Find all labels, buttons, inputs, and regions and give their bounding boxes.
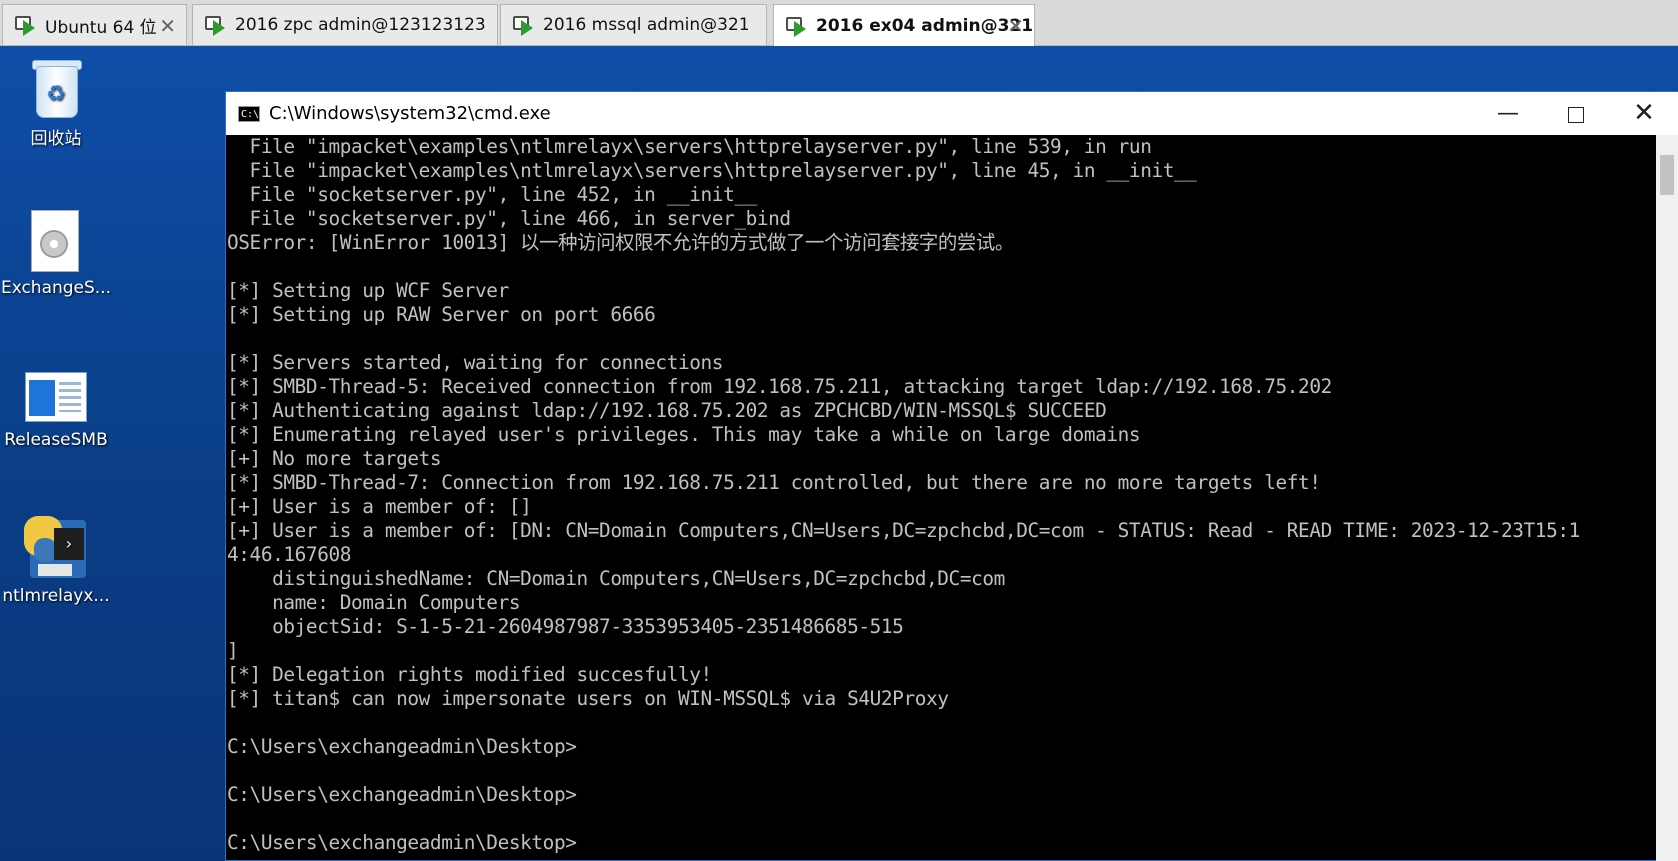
desktop-icon-label: ExchangeS... bbox=[0, 278, 112, 298]
tab-2016-ex04[interactable]: 2016 ex04 admin@321 ✕ bbox=[773, 4, 1035, 46]
minimize-button[interactable]: — bbox=[1474, 92, 1542, 135]
console-line: [*] Authenticating against ldap://192.16… bbox=[227, 399, 1107, 422]
desktop-icon-label: ReleaseSMB bbox=[4, 430, 108, 450]
tab-label: 2016 ex04 admin@321 bbox=[816, 15, 1034, 36]
console-line: File "socketserver.py", line 452, in __i… bbox=[227, 183, 758, 206]
desktop-icon-label: 回收站 bbox=[30, 129, 82, 149]
console-output[interactable]: File "impacket\examples\ntlmrelayx\serve… bbox=[227, 135, 1657, 861]
console-line: File "impacket\examples\ntlmrelayx\serve… bbox=[227, 135, 1152, 158]
cmd-title-bar[interactable]: C:\ C:\Windows\system32\cmd.exe — ✕ bbox=[226, 92, 1678, 135]
desktop-icon-releasesmb[interactable]: ReleaseSMB bbox=[0, 372, 112, 450]
desktop-icon-label: ntlmrelayx... bbox=[2, 586, 110, 606]
console-line: [*] Enumerating relayed user's privilege… bbox=[227, 423, 1141, 446]
setup-file-icon bbox=[31, 210, 81, 272]
vm-tab-bar: Ubuntu 64 位 ✕ 2016 zpc admin@123123123 2… bbox=[0, 0, 1678, 46]
vm-running-icon bbox=[786, 15, 808, 37]
console-line: 4:46.167608 bbox=[227, 543, 352, 566]
console-line: [+] No more targets bbox=[227, 447, 442, 470]
console-line: [*] titan$ can now impersonate users on … bbox=[227, 687, 949, 710]
console-line: File "socketserver.py", line 466, in ser… bbox=[227, 207, 792, 230]
close-icon[interactable]: ✕ bbox=[159, 14, 176, 38]
application-icon bbox=[25, 372, 87, 424]
console-line: ] bbox=[227, 639, 239, 662]
console-line: C:\Users\exchangeadmin\Desktop> bbox=[227, 735, 577, 758]
console-line: objectSid: S-1-5-21-2604987987-335395340… bbox=[227, 615, 904, 638]
recycle-bin-icon: ♻ bbox=[30, 56, 82, 118]
vertical-scrollbar[interactable] bbox=[1656, 135, 1678, 861]
tab-label: 2016 zpc admin@123123123 bbox=[235, 15, 486, 35]
console-line: distinguishedName: CN=Domain Computers,C… bbox=[227, 567, 1005, 590]
console-line: [*] Setting up WCF Server bbox=[227, 279, 509, 302]
console-line: [+] User is a member of: [] bbox=[227, 495, 532, 518]
console-line: [*] Delegation rights modified succesful… bbox=[227, 663, 712, 686]
console-line: [+] User is a member of: [DN: CN=Domain … bbox=[227, 519, 1580, 542]
cmd-window[interactable]: C:\ C:\Windows\system32\cmd.exe — ✕ File… bbox=[225, 91, 1678, 861]
console-line: [*] SMBD-Thread-5: Received connection f… bbox=[227, 375, 1332, 398]
desktop-icon-ntlmrelayx[interactable]: › ntlmrelayx... bbox=[0, 516, 112, 606]
vm-running-icon bbox=[513, 14, 535, 36]
console-line: [*] Setting up RAW Server on port 6666 bbox=[227, 303, 656, 326]
tab-2016-zpc[interactable]: 2016 zpc admin@123123123 bbox=[192, 4, 498, 45]
close-icon[interactable]: ✕ bbox=[1007, 14, 1024, 38]
window-title: C:\Windows\system32\cmd.exe bbox=[269, 103, 551, 124]
close-button[interactable]: ✕ bbox=[1610, 92, 1678, 135]
console-line: [*] Servers started, waiting for connect… bbox=[227, 351, 724, 374]
vm-running-icon bbox=[15, 14, 37, 36]
console-line: File "impacket\examples\ntlmrelayx\serve… bbox=[227, 159, 1197, 182]
desktop-icon-recycle-bin[interactable]: ♻ 回收站 bbox=[0, 56, 112, 149]
python-script-icon: › bbox=[24, 516, 88, 580]
console-line: [*] SMBD-Thread-7: Connection from 192.1… bbox=[227, 471, 1321, 494]
tab-2016-mssql[interactable]: 2016 mssql admin@321 bbox=[500, 4, 767, 45]
desktop-icon-exchange-setup[interactable]: ExchangeS... bbox=[0, 210, 112, 298]
console-line: name: Domain Computers bbox=[227, 591, 521, 614]
console-line: C:\Users\exchangeadmin\Desktop> bbox=[227, 831, 577, 854]
cmd-icon: C:\ bbox=[238, 105, 260, 122]
maximize-icon bbox=[1568, 106, 1584, 123]
tab-label: 2016 mssql admin@321 bbox=[543, 15, 750, 35]
tab-label: Ubuntu 64 位 bbox=[45, 17, 157, 38]
scrollbar-thumb[interactable] bbox=[1660, 155, 1674, 195]
console-line: C:\Users\exchangeadmin\Desktop> bbox=[227, 783, 577, 806]
console-line: OSError: [WinError 10013] 以一种访问权限不允许的方式做… bbox=[227, 231, 1014, 254]
tab-ubuntu[interactable]: Ubuntu 64 位 ✕ bbox=[2, 4, 187, 45]
maximize-button[interactable] bbox=[1542, 92, 1610, 135]
vm-running-icon bbox=[205, 14, 227, 36]
